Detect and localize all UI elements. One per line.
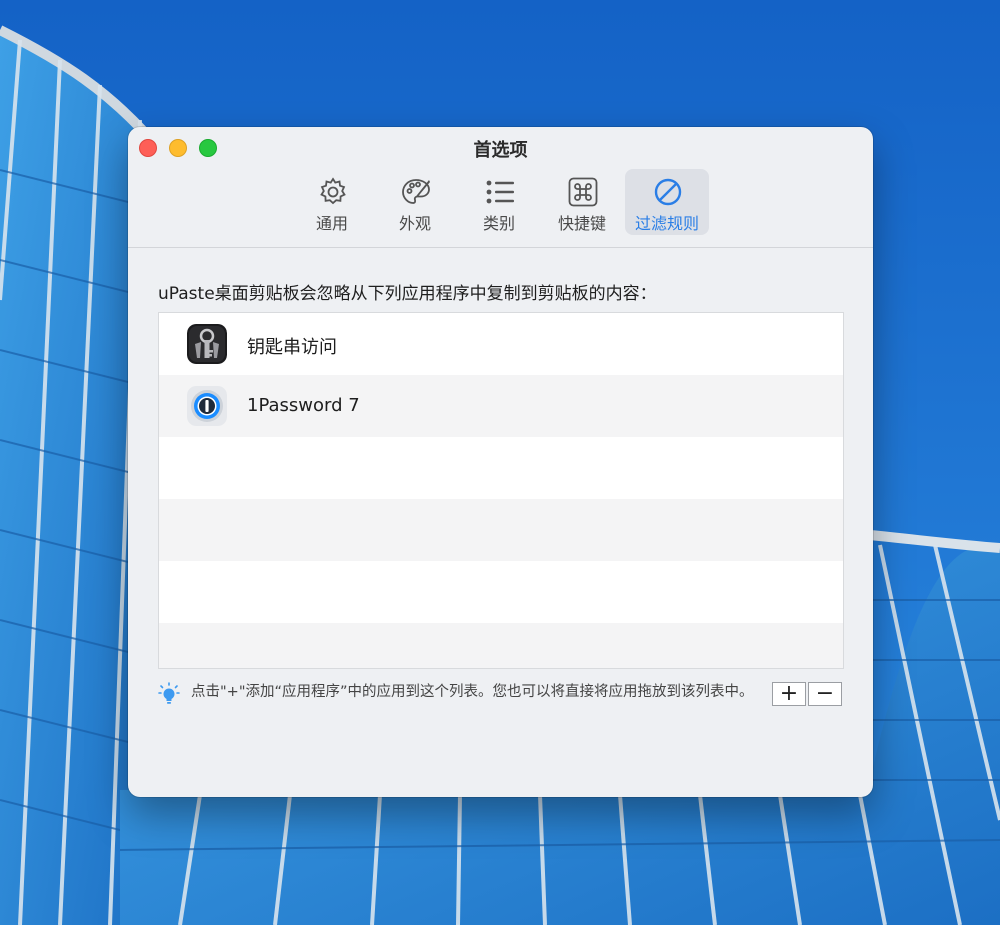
tab-categories-label: 类别 [482, 214, 515, 233]
app-name: 1Password 7 [247, 395, 360, 416]
title-bar: 首选项 通用 外观 类别 快捷键 过滤规则 [128, 127, 873, 248]
empty-row [159, 623, 843, 668]
list-item[interactable]: 钥匙串访问 [159, 313, 843, 375]
add-app-button[interactable]: + [772, 682, 806, 706]
empty-row [159, 561, 843, 623]
list-item[interactable]: 1Password 7 [159, 375, 843, 437]
empty-row [159, 437, 843, 499]
empty-row [159, 499, 843, 561]
list-icon [486, 180, 514, 204]
tab-general[interactable]: 通用 [290, 169, 374, 235]
lightbulb-icon [158, 682, 180, 704]
tab-filter-rules-label: 过滤规则 [634, 214, 699, 233]
gear-icon [320, 177, 346, 205]
command-key-icon [568, 177, 598, 207]
tab-shortcuts[interactable]: 快捷键 [540, 169, 624, 235]
tab-shortcuts-label: 快捷键 [557, 214, 606, 233]
tab-appearance-label: 外观 [398, 214, 431, 233]
tab-filter-rules[interactable]: 过滤规则 [625, 169, 709, 235]
1password-icon [187, 386, 227, 426]
remove-app-button[interactable]: − [808, 682, 842, 706]
hint-text: 点击"+"添加“应用程序”中的应用到这个列表。您也可以将直接将应用拖放到该列表中… [191, 684, 754, 700]
prohibited-icon [654, 178, 682, 206]
keychain-access-icon [187, 324, 227, 364]
tab-appearance[interactable]: 外观 [373, 169, 457, 235]
excluded-apps-list[interactable]: 钥匙串访问 1Password 7 [158, 312, 844, 669]
tab-categories[interactable]: 类别 [457, 169, 541, 235]
filter-description: uPaste桌面剪贴板会忽略从下列应用程序中复制到剪贴板的内容： [158, 284, 657, 304]
app-name: 钥匙串访问 [247, 337, 337, 358]
palette-icon [402, 179, 430, 204]
preferences-window: 首选项 通用 外观 类别 快捷键 过滤规则 uPaste桌面剪贴板会忽略从下列应… [128, 127, 873, 797]
window-title: 首选项 [473, 140, 528, 161]
tab-general-label: 通用 [315, 214, 348, 233]
